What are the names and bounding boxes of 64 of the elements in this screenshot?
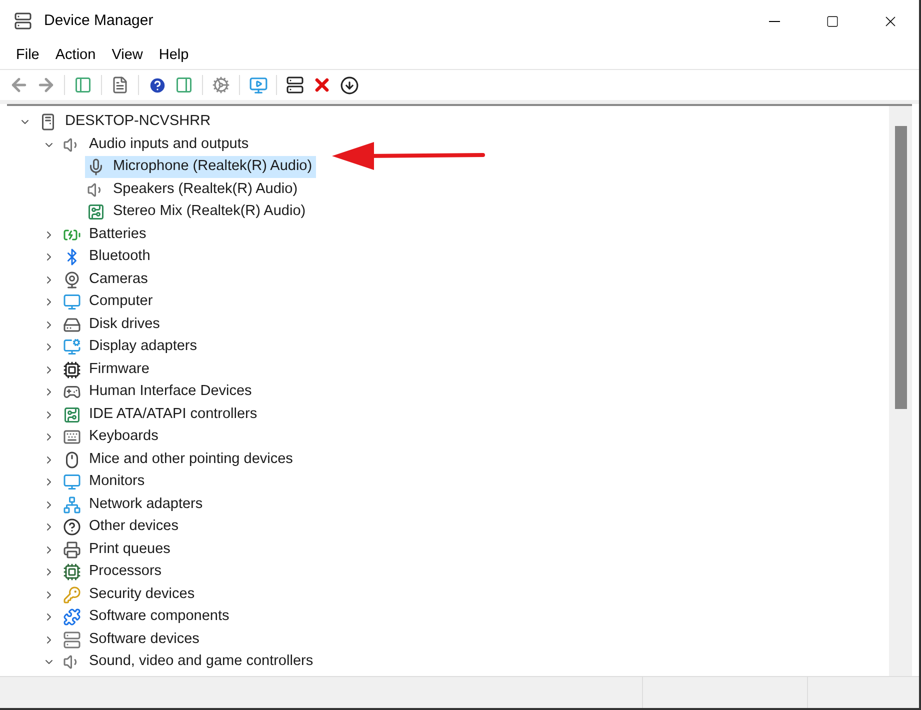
printer-icon [63, 540, 81, 559]
tree-item[interactable]: Bluetooth [61, 246, 154, 268]
download-icon [340, 76, 358, 94]
monitor-icon [248, 76, 268, 94]
device-icon [63, 630, 81, 649]
tree-item[interactable]: Network adapters [61, 494, 207, 516]
hard-drive-icon [63, 316, 81, 334]
tree-item[interactable]: Firmware [61, 358, 154, 381]
tree-item[interactable]: Processors [61, 561, 166, 584]
right-pane-icon [175, 76, 193, 94]
tree-item[interactable]: IDE ATA/ATAPI controllers [61, 404, 262, 426]
mouse-icon [63, 450, 81, 469]
scrollbar[interactable] [889, 106, 912, 676]
processor-icon [63, 563, 81, 582]
circuit-board-icon [63, 406, 81, 424]
circuit-board-icon [87, 203, 105, 222]
tree-item[interactable]: Keyboards [61, 426, 162, 448]
menu-item[interactable]: Action [47, 44, 104, 66]
tree-item[interactable]: Disk drives [61, 314, 164, 336]
tree-item[interactable]: Human Interface Devices [61, 381, 256, 404]
keyboard-icon [63, 428, 81, 446]
tree-item[interactable]: Software devices [61, 628, 204, 651]
chip-icon [63, 360, 81, 379]
device-manager-icon [14, 12, 32, 30]
tree-item[interactable]: Other devices [61, 516, 182, 538]
tree-item[interactable]: Software components [61, 606, 234, 628]
minimize-icon [768, 20, 780, 22]
document-icon [111, 76, 129, 94]
window-title: Device Manager [44, 10, 154, 31]
monitor-icon [63, 473, 81, 492]
webcam-icon [63, 270, 81, 289]
monitor-icon [63, 338, 81, 356]
tree-item[interactable]: Microphone (Realtek(R) Audio) [85, 156, 316, 178]
question-icon [63, 518, 81, 536]
left-pane-icon [74, 76, 92, 94]
tree-item[interactable]: Computer [61, 291, 157, 314]
tree-item[interactable]: Mice and other pointing devices [61, 448, 297, 471]
menu-item[interactable]: File [8, 44, 48, 66]
scrollbar-thumb[interactable] [894, 126, 906, 409]
tree-item[interactable]: Audio inputs and outputs [61, 134, 253, 156]
tree-item[interactable]: DESKTOP-NCVSHRR [37, 111, 215, 134]
gear-icon [212, 76, 230, 94]
menu-item[interactable]: Help [150, 44, 197, 66]
tree-item[interactable]: Batteries [61, 224, 150, 246]
device-icon [286, 76, 304, 94]
tree-item[interactable]: Security devices [61, 584, 199, 606]
microphone-icon [87, 158, 105, 176]
tree-item[interactable]: Print queues [61, 538, 174, 561]
key-icon [63, 586, 81, 604]
tree-item[interactable]: Display adapters [61, 336, 201, 358]
back-arrow-icon [9, 75, 29, 95]
tree-item[interactable]: Monitors [61, 471, 149, 494]
tree-item[interactable]: Sound, video and game controllers [61, 651, 318, 674]
puzzle-icon [63, 608, 81, 626]
forward-arrow-icon [36, 75, 56, 95]
help-icon [148, 76, 166, 94]
monitor-icon [63, 293, 81, 312]
menu-item[interactable]: View [104, 44, 151, 66]
maximize-icon [826, 14, 838, 28]
tree-item[interactable]: Speakers (Realtek(R) Audio) [85, 178, 302, 201]
computer-icon [39, 113, 57, 132]
network-icon [63, 496, 81, 514]
tree-item[interactable]: Cameras [61, 268, 152, 291]
tree-item[interactable]: Stereo Mix (Realtek(R) Audio) [85, 201, 310, 224]
